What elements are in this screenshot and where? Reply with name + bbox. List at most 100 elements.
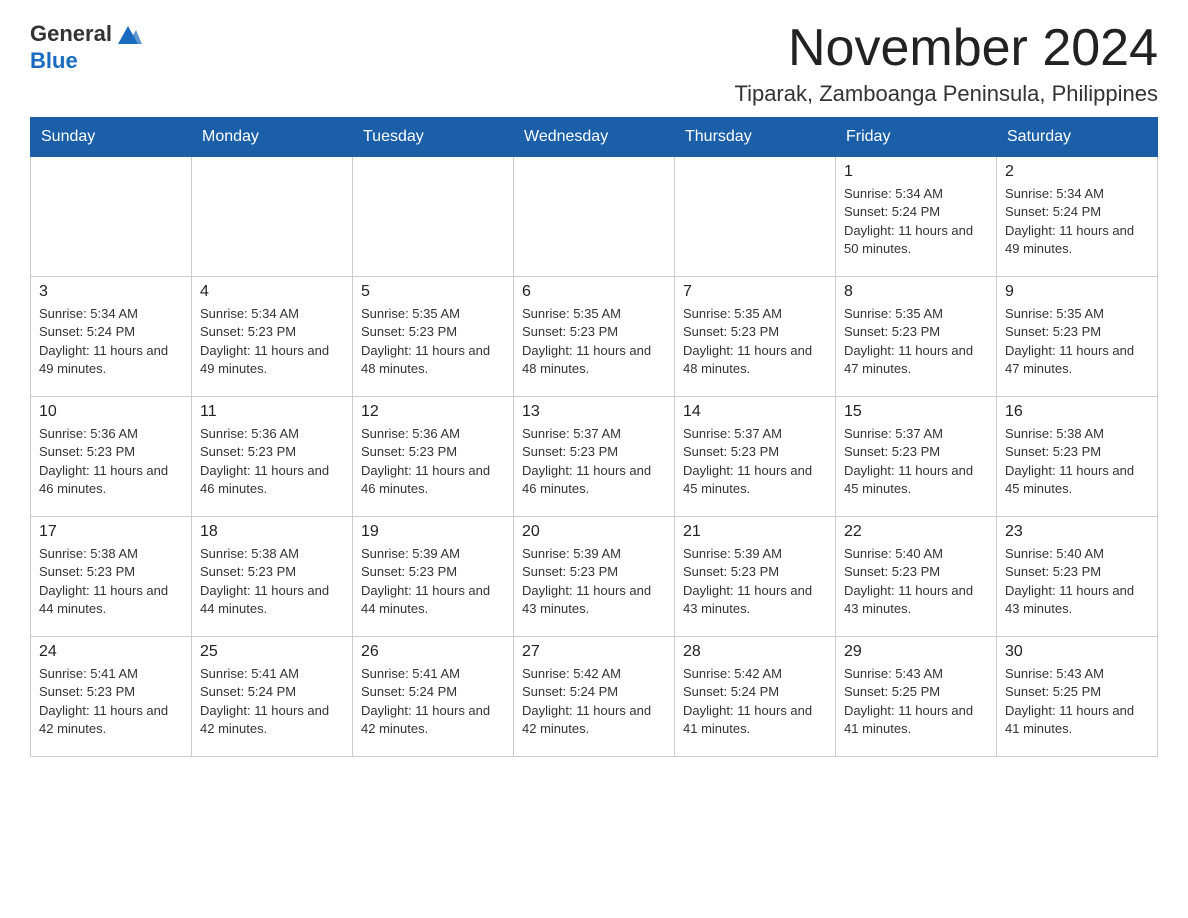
calendar-cell	[192, 157, 353, 277]
calendar-body: 1 Sunrise: 5:34 AM Sunset: 5:24 PM Daylig…	[31, 157, 1158, 757]
day-info: Sunrise: 5:36 AM Sunset: 5:23 PM Dayligh…	[361, 425, 505, 498]
calendar-cell	[31, 157, 192, 277]
calendar-cell: 27 Sunrise: 5:42 AM Sunset: 5:24 PM Dayli…	[514, 637, 675, 757]
calendar-cell: 13 Sunrise: 5:37 AM Sunset: 5:23 PM Dayli…	[514, 397, 675, 517]
day-info: Sunrise: 5:38 AM Sunset: 5:23 PM Dayligh…	[1005, 425, 1149, 498]
calendar-cell: 8 Sunrise: 5:35 AM Sunset: 5:23 PM Daylig…	[836, 277, 997, 397]
weekday-header-wednesday: Wednesday	[514, 118, 675, 157]
calendar-cell: 23 Sunrise: 5:40 AM Sunset: 5:23 PM Dayli…	[997, 517, 1158, 637]
weekday-header-sunday: Sunday	[31, 118, 192, 157]
day-number: 29	[844, 643, 988, 661]
day-number: 25	[200, 643, 344, 661]
logo-blue-text: Blue	[30, 48, 78, 74]
calendar-cell: 15Sunrise: 5:37 AM Sunset: 5:23 PM Dayli…	[836, 397, 997, 517]
logo: General Blue	[30, 20, 142, 74]
calendar-cell: 1 Sunrise: 5:34 AM Sunset: 5:24 PM Daylig…	[836, 157, 997, 277]
location-title: Tiparak, Zamboanga Peninsula, Philippine…	[734, 81, 1158, 107]
day-number: 3	[39, 283, 183, 301]
day-info: Sunrise: 5:38 AM Sunset: 5:23 PM Dayligh…	[200, 545, 344, 618]
month-year-title: November 2024	[734, 20, 1158, 77]
day-number: 7	[683, 283, 827, 301]
day-number: 28	[683, 643, 827, 661]
calendar-cell: 17Sunrise: 5:38 AM Sunset: 5:23 PM Dayli…	[31, 517, 192, 637]
calendar-cell: 22Sunrise: 5:40 AM Sunset: 5:23 PM Dayli…	[836, 517, 997, 637]
day-info: Sunrise: 5:41 AM Sunset: 5:24 PM Dayligh…	[361, 665, 505, 738]
day-number: 1	[844, 163, 988, 181]
day-number: 23	[1005, 523, 1149, 541]
calendar: SundayMondayTuesdayWednesdayThursdayFrid…	[30, 117, 1158, 757]
day-number: 14	[683, 403, 827, 421]
day-info: Sunrise: 5:34 AM Sunset: 5:23 PM Dayligh…	[200, 305, 344, 378]
calendar-cell: 21Sunrise: 5:39 AM Sunset: 5:23 PM Dayli…	[675, 517, 836, 637]
calendar-header-row: SundayMondayTuesdayWednesdayThursdayFrid…	[31, 118, 1158, 157]
calendar-cell: 20Sunrise: 5:39 AM Sunset: 5:23 PM Dayli…	[514, 517, 675, 637]
calendar-row: 3 Sunrise: 5:34 AM Sunset: 5:24 PM Daylig…	[31, 277, 1158, 397]
day-info: Sunrise: 5:41 AM Sunset: 5:23 PM Dayligh…	[39, 665, 183, 738]
calendar-cell: 4 Sunrise: 5:34 AM Sunset: 5:23 PM Daylig…	[192, 277, 353, 397]
day-info: Sunrise: 5:43 AM Sunset: 5:25 PM Dayligh…	[1005, 665, 1149, 738]
day-number: 11	[200, 403, 344, 421]
calendar-cell: 11 Sunrise: 5:36 AM Sunset: 5:23 PM Dayli…	[192, 397, 353, 517]
day-number: 26	[361, 643, 505, 661]
calendar-cell: 9 Sunrise: 5:35 AM Sunset: 5:23 PM Daylig…	[997, 277, 1158, 397]
day-info: Sunrise: 5:35 AM Sunset: 5:23 PM Dayligh…	[683, 305, 827, 378]
calendar-cell: 18 Sunrise: 5:38 AM Sunset: 5:23 PM Dayli…	[192, 517, 353, 637]
day-info: Sunrise: 5:38 AM Sunset: 5:23 PM Dayligh…	[39, 545, 183, 618]
day-number: 6	[522, 283, 666, 301]
day-number: 2	[1005, 163, 1149, 181]
day-info: Sunrise: 5:42 AM Sunset: 5:24 PM Dayligh…	[522, 665, 666, 738]
day-number: 9	[1005, 283, 1149, 301]
calendar-cell: 30 Sunrise: 5:43 AM Sunset: 5:25 PM Dayli…	[997, 637, 1158, 757]
calendar-cell: 6 Sunrise: 5:35 AM Sunset: 5:23 PM Daylig…	[514, 277, 675, 397]
day-number: 8	[844, 283, 988, 301]
calendar-cell	[514, 157, 675, 277]
calendar-cell: 12Sunrise: 5:36 AM Sunset: 5:23 PM Dayli…	[353, 397, 514, 517]
day-info: Sunrise: 5:37 AM Sunset: 5:23 PM Dayligh…	[522, 425, 666, 498]
day-info: Sunrise: 5:40 AM Sunset: 5:23 PM Dayligh…	[1005, 545, 1149, 618]
calendar-row: 10 Sunrise: 5:36 AM Sunset: 5:23 PM Dayli…	[31, 397, 1158, 517]
day-info: Sunrise: 5:43 AM Sunset: 5:25 PM Dayligh…	[844, 665, 988, 738]
day-number: 16	[1005, 403, 1149, 421]
day-number: 27	[522, 643, 666, 661]
calendar-cell: 7 Sunrise: 5:35 AM Sunset: 5:23 PM Daylig…	[675, 277, 836, 397]
day-number: 18	[200, 523, 344, 541]
day-info: Sunrise: 5:35 AM Sunset: 5:23 PM Dayligh…	[522, 305, 666, 378]
day-number: 30	[1005, 643, 1149, 661]
day-info: Sunrise: 5:34 AM Sunset: 5:24 PM Dayligh…	[1005, 185, 1149, 258]
day-info: Sunrise: 5:37 AM Sunset: 5:23 PM Dayligh…	[683, 425, 827, 498]
calendar-cell: 19Sunrise: 5:39 AM Sunset: 5:23 PM Dayli…	[353, 517, 514, 637]
weekday-header-tuesday: Tuesday	[353, 118, 514, 157]
weekday-header-friday: Friday	[836, 118, 997, 157]
day-info: Sunrise: 5:42 AM Sunset: 5:24 PM Dayligh…	[683, 665, 827, 738]
weekday-header-thursday: Thursday	[675, 118, 836, 157]
day-info: Sunrise: 5:39 AM Sunset: 5:23 PM Dayligh…	[683, 545, 827, 618]
calendar-cell: 5 Sunrise: 5:35 AM Sunset: 5:23 PM Daylig…	[353, 277, 514, 397]
day-number: 4	[200, 283, 344, 301]
calendar-cell: 28 Sunrise: 5:42 AM Sunset: 5:24 PM Dayli…	[675, 637, 836, 757]
calendar-row: 1 Sunrise: 5:34 AM Sunset: 5:24 PM Daylig…	[31, 157, 1158, 277]
day-info: Sunrise: 5:35 AM Sunset: 5:23 PM Dayligh…	[844, 305, 988, 378]
calendar-row: 24 Sunrise: 5:41 AM Sunset: 5:23 PM Dayli…	[31, 637, 1158, 757]
day-info: Sunrise: 5:35 AM Sunset: 5:23 PM Dayligh…	[1005, 305, 1149, 378]
title-section: November 2024 Tiparak, Zamboanga Peninsu…	[734, 20, 1158, 107]
day-number: 5	[361, 283, 505, 301]
weekday-header-saturday: Saturday	[997, 118, 1158, 157]
calendar-cell	[675, 157, 836, 277]
calendar-cell: 26 Sunrise: 5:41 AM Sunset: 5:24 PM Dayli…	[353, 637, 514, 757]
day-number: 22	[844, 523, 988, 541]
calendar-cell: 2 Sunrise: 5:34 AM Sunset: 5:24 PM Daylig…	[997, 157, 1158, 277]
day-info: Sunrise: 5:36 AM Sunset: 5:23 PM Dayligh…	[39, 425, 183, 498]
calendar-cell: 14 Sunrise: 5:37 AM Sunset: 5:23 PM Dayli…	[675, 397, 836, 517]
logo-icon	[114, 20, 142, 48]
day-info: Sunrise: 5:34 AM Sunset: 5:24 PM Dayligh…	[844, 185, 988, 258]
day-number: 19	[361, 523, 505, 541]
day-info: Sunrise: 5:37 AM Sunset: 5:23 PM Dayligh…	[844, 425, 988, 498]
day-number: 24	[39, 643, 183, 661]
day-info: Sunrise: 5:35 AM Sunset: 5:23 PM Dayligh…	[361, 305, 505, 378]
calendar-cell: 16 Sunrise: 5:38 AM Sunset: 5:23 PM Dayli…	[997, 397, 1158, 517]
day-info: Sunrise: 5:36 AM Sunset: 5:23 PM Dayligh…	[200, 425, 344, 498]
calendar-cell: 10 Sunrise: 5:36 AM Sunset: 5:23 PM Dayli…	[31, 397, 192, 517]
day-number: 13	[522, 403, 666, 421]
day-info: Sunrise: 5:34 AM Sunset: 5:24 PM Dayligh…	[39, 305, 183, 378]
day-number: 10	[39, 403, 183, 421]
